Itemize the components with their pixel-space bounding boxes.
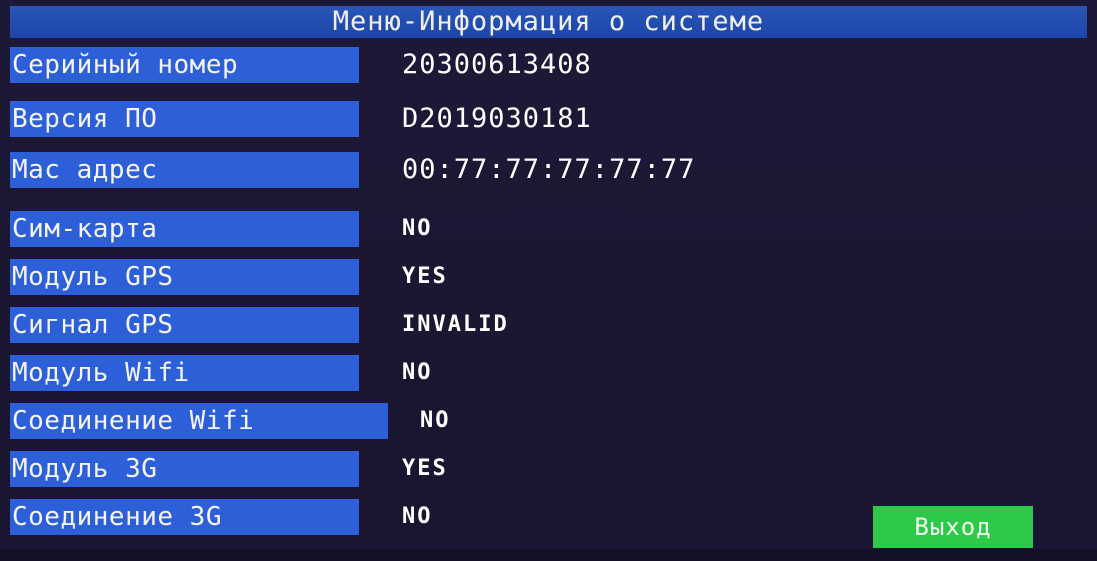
info-row-gps-module: Модуль GPS YES: [10, 259, 1087, 295]
gps-module-value: YES: [402, 264, 448, 289]
info-row-wifi-module: Модуль Wifi NO: [10, 355, 1087, 391]
info-row-gps-signal: Сигнал GPS INVALID: [10, 307, 1087, 343]
3g-module-value: YES: [402, 456, 448, 481]
info-row-mac-address: Mac адрес 00:77:77:77:77:77: [10, 152, 1087, 188]
firmware-version-value: D2019030181: [402, 103, 592, 134]
gps-signal-value: INVALID: [402, 312, 509, 337]
gps-signal-label: Сигнал GPS: [10, 307, 359, 343]
wifi-connection-label: Соединение Wifi: [10, 403, 388, 439]
mac-address-label: Mac адрес: [10, 152, 359, 188]
exit-button[interactable]: Выход: [873, 506, 1033, 548]
firmware-version-label: Версия ПО: [10, 101, 359, 137]
mac-address-value: 00:77:77:77:77:77: [402, 154, 696, 185]
sim-card-label: Сим-карта: [10, 211, 359, 247]
3g-connection-label: Соединение 3G: [10, 499, 359, 535]
serial-number-label: Серийный номер: [10, 47, 359, 83]
wifi-module-value: NO: [402, 360, 433, 385]
3g-module-label: Модуль 3G: [10, 451, 359, 487]
info-row-serial-number: Серийный номер 20300613408: [10, 47, 1087, 83]
wifi-connection-value: NO: [420, 408, 451, 433]
system-info-screen: Меню-Информация о системе Серийный номер…: [0, 0, 1097, 561]
info-row-firmware-version: Версия ПО D2019030181: [10, 101, 1087, 137]
info-row-wifi-connection: Соединение Wifi NO: [10, 403, 1087, 439]
wifi-module-label: Модуль Wifi: [10, 355, 359, 391]
menu-title: Меню-Информация о системе: [10, 6, 1087, 38]
sim-card-value: NO: [402, 216, 433, 241]
serial-number-value: 20300613408: [402, 49, 592, 80]
info-row-sim-card: Сим-карта NO: [10, 211, 1087, 247]
gps-module-label: Модуль GPS: [10, 259, 359, 295]
3g-connection-value: NO: [402, 504, 433, 529]
screen-bottom-edge: [0, 549, 1097, 561]
info-row-3g-module: Модуль 3G YES: [10, 451, 1087, 487]
